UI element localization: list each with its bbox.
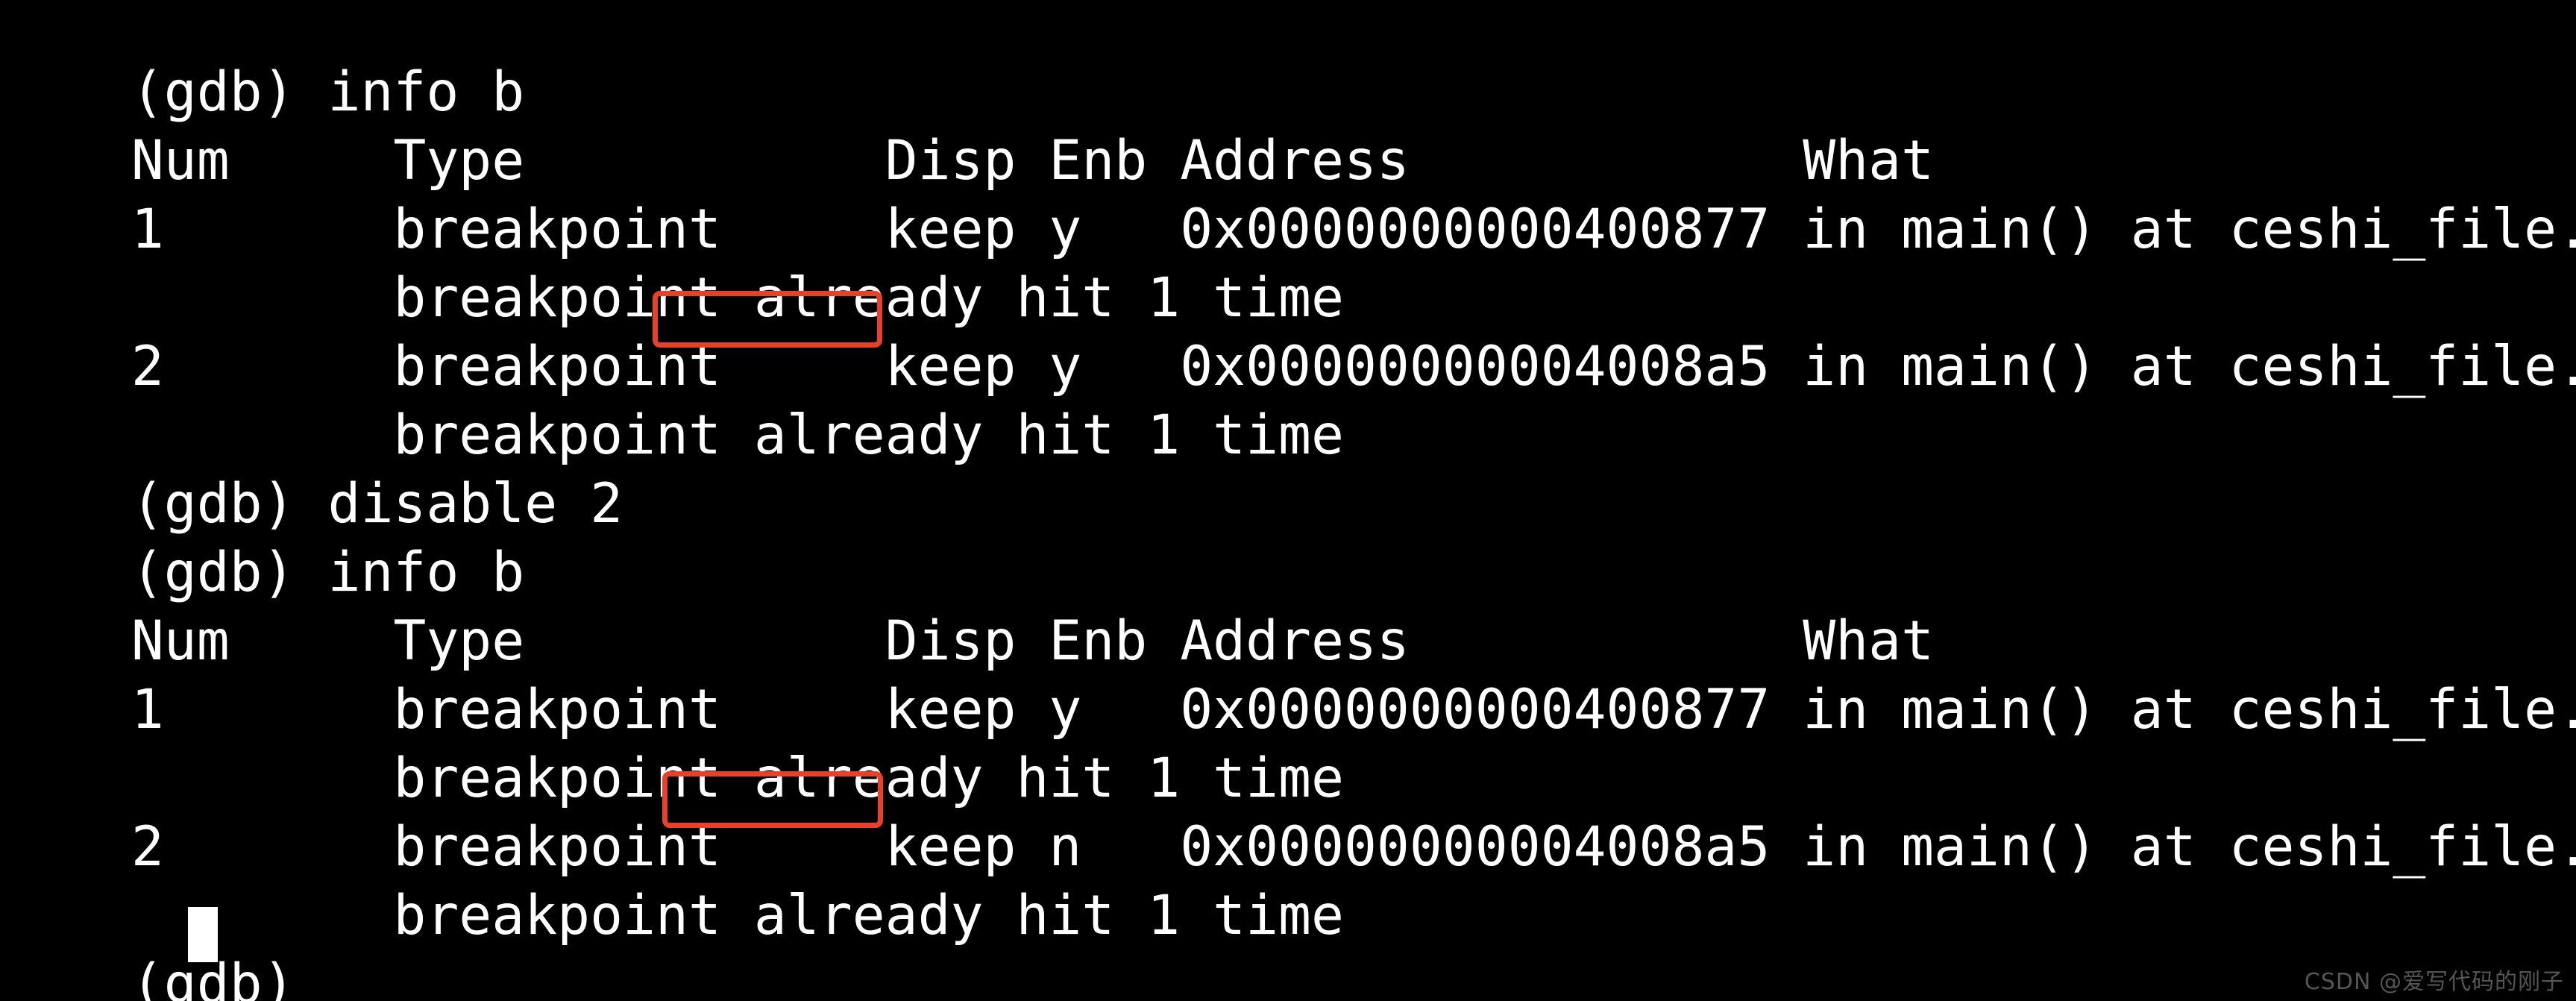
terminal-line-table-header-1: Num Type Disp Enb Address What bbox=[0, 58, 2576, 192]
terminal-line-breakpoint-2-after: 2 breakpoint keep n 0x00000000004008a5 i… bbox=[0, 744, 2576, 879]
terminal-line-breakpoint-1-after: 1 breakpoint keep y 0x0000000000400877 i… bbox=[0, 607, 2576, 741]
terminal-line-hitcount-1-after: breakpoint already hit 1 time bbox=[0, 676, 2576, 810]
terminal-line-hitcount-2-after: breakpoint already hit 1 time bbox=[0, 813, 2576, 947]
terminal-line-breakpoint-1-before: 1 breakpoint keep y 0x0000000000400877 i… bbox=[0, 127, 2576, 261]
terminal-screen[interactable]: breakpoint already hit 1 time (gdb) info… bbox=[0, 0, 2576, 1001]
terminal-line-hitcount-2-before: breakpoint already hit 1 time bbox=[0, 333, 2576, 467]
terminal-line-command-info-b-2: (gdb) info b bbox=[0, 470, 2576, 604]
terminal-cursor bbox=[188, 907, 218, 962]
terminal-line-hitcount-1-before: breakpoint already hit 1 time bbox=[0, 195, 2576, 330]
csdn-watermark: CSDN @爱写代码的刚子 bbox=[2304, 969, 2564, 995]
terminal-line-command-info-b-1: (gdb) info b bbox=[0, 0, 2576, 124]
terminal-line-table-header-2: Num Type Disp Enb Address What bbox=[0, 539, 2576, 673]
terminal-line-prompt-final: (gdb) bbox=[0, 882, 2576, 1001]
terminal-line-breakpoint-2-before: 2 breakpoint keep y 0x00000000004008a5 i… bbox=[0, 264, 2576, 398]
terminal-prompt-text: (gdb) bbox=[131, 953, 328, 1001]
terminal-line-command-disable-2: (gdb) disable 2 bbox=[0, 401, 2576, 536]
